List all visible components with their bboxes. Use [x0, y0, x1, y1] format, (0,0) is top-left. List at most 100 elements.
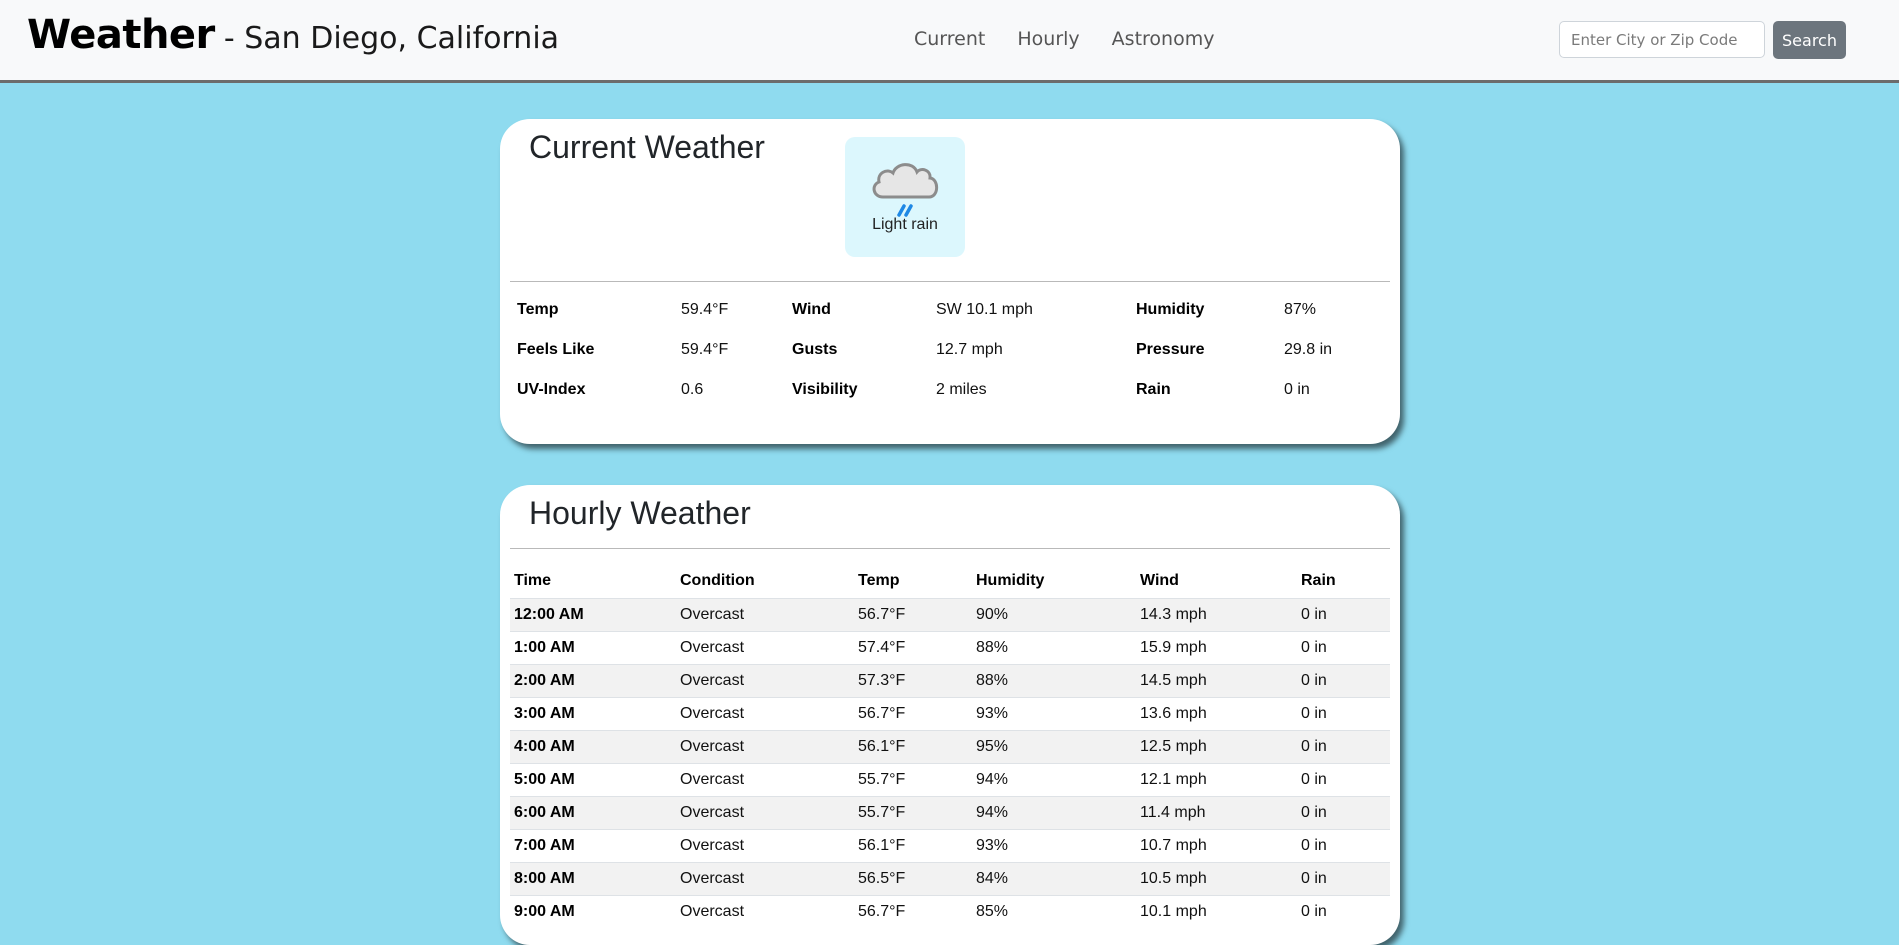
- stat-label-gusts: Gusts: [792, 341, 838, 358]
- cell-temp: 56.7°F: [854, 597, 972, 631]
- cell-humidity: 94%: [972, 762, 1136, 796]
- column-header-condition: Condition: [680, 571, 755, 589]
- stat-value-feels-like: 59.4°F: [681, 341, 729, 358]
- stat-value-visibility: 2 miles: [936, 381, 987, 398]
- stat-value-humidity: 87%: [1284, 301, 1317, 318]
- nav-link-astronomy[interactable]: Astronomy: [1112, 28, 1215, 50]
- hourly-weather-title: Hourly Weather: [529, 495, 751, 531]
- nav-link-current[interactable]: Current: [914, 28, 985, 50]
- table-row: 6:00 AM Overcast 55.7°F 94% 11.4 mph 0 in: [510, 795, 1390, 829]
- cell-wind: 10.7 mph: [1136, 828, 1297, 862]
- cell-humidity: 85%: [972, 894, 1136, 928]
- cell-temp: 56.1°F: [854, 828, 972, 862]
- cell-condition: Overcast: [676, 663, 854, 697]
- cell-rain: 0 in: [1297, 696, 1390, 730]
- condition-text: Light rain: [872, 216, 938, 233]
- cell-temp: 56.1°F: [854, 729, 972, 763]
- stat-value-pressure: 29.8 in: [1284, 341, 1333, 358]
- cell-temp: 55.7°F: [854, 762, 972, 796]
- table-header-row: Time Condition Temp Humidity Wind Rain: [510, 564, 1390, 598]
- table-row: 4:00 AM Overcast 56.1°F 95% 12.5 mph 0 in: [510, 729, 1390, 763]
- cell-wind: 14.5 mph: [1136, 663, 1297, 697]
- cell-humidity: 94%: [972, 795, 1136, 829]
- cell-temp: 56.7°F: [854, 894, 972, 928]
- cell-humidity: 93%: [972, 696, 1136, 730]
- divider: [510, 548, 1390, 549]
- cell-rain: 0 in: [1297, 630, 1390, 664]
- stat-label-visibility: Visibility: [792, 381, 858, 398]
- cell-temp: 57.4°F: [854, 630, 972, 664]
- hourly-table-body: 12:00 AM Overcast 56.7°F 90% 14.3 mph 0 in 1:0…: [510, 597, 1390, 928]
- cell-rain: 0 in: [1297, 762, 1390, 796]
- cell-rain: 0 in: [1297, 861, 1390, 895]
- table-row: 12:00 AM Overcast 56.7°F 90% 14.3 mph 0 in: [510, 597, 1390, 631]
- cell-rain: 0 in: [1297, 894, 1390, 928]
- table-row: 7:00 AM Overcast 56.1°F 93% 10.7 mph 0 in: [510, 828, 1390, 862]
- cell-wind: 15.9 mph: [1136, 630, 1297, 664]
- hourly-weather-card: Hourly Weather Time Condition Temp Humid…: [500, 485, 1400, 945]
- cell-temp: 56.7°F: [854, 696, 972, 730]
- rain-cloud-icon: [869, 151, 941, 222]
- search-button[interactable]: Search: [1773, 21, 1846, 59]
- cell-time: 1:00 AM: [510, 630, 676, 664]
- cell-wind: 12.1 mph: [1136, 762, 1297, 796]
- stat-value-rain: 0 in: [1284, 381, 1310, 398]
- search-input[interactable]: [1559, 21, 1765, 58]
- cell-time: 7:00 AM: [510, 828, 676, 862]
- app-title: Weather: [27, 12, 215, 58]
- cell-temp: 56.5°F: [854, 861, 972, 895]
- cell-time: 9:00 AM: [510, 894, 676, 928]
- stat-row: Temp 59.4°F Wind SW 10.1 mph Humidity 87…: [517, 301, 1387, 341]
- cell-rain: 0 in: [1297, 729, 1390, 763]
- stat-value-uv-index: 0.6: [681, 381, 704, 398]
- current-weather-title: Current Weather: [529, 129, 765, 165]
- cell-time: 2:00 AM: [510, 663, 676, 697]
- cell-condition: Overcast: [676, 696, 854, 730]
- cell-rain: 0 in: [1297, 663, 1390, 697]
- column-header-time: Time: [514, 571, 552, 589]
- cell-wind: 14.3 mph: [1136, 597, 1297, 631]
- cell-humidity: 95%: [972, 729, 1136, 763]
- cell-condition: Overcast: [676, 795, 854, 829]
- table-row: 1:00 AM Overcast 57.4°F 88% 15.9 mph 0 in: [510, 630, 1390, 664]
- table-row: 9:00 AM Overcast 56.7°F 85% 10.1 mph 0 in: [510, 894, 1390, 928]
- cell-temp: 57.3°F: [854, 663, 972, 697]
- cell-condition: Overcast: [676, 828, 854, 862]
- hourly-table: Time Condition Temp Humidity Wind Rain 1…: [510, 564, 1390, 928]
- column-header-wind: Wind: [1140, 571, 1179, 589]
- column-header-temp: Temp: [858, 571, 900, 589]
- current-weather-card: Current Weather Light rain Temp 59.4°F W…: [500, 119, 1400, 444]
- stat-label-temp: Temp: [517, 301, 559, 318]
- cell-time: 3:00 AM: [510, 696, 676, 730]
- column-header-humidity: Humidity: [976, 571, 1045, 589]
- cell-time: 4:00 AM: [510, 729, 676, 763]
- stat-label-humidity: Humidity: [1136, 301, 1205, 318]
- column-header-rain: Rain: [1301, 571, 1336, 589]
- stat-value-wind: SW 10.1 mph: [936, 301, 1033, 318]
- cell-rain: 0 in: [1297, 795, 1390, 829]
- cell-humidity: 90%: [972, 597, 1136, 631]
- nav-link-hourly[interactable]: Hourly: [1017, 28, 1079, 50]
- cell-rain: 0 in: [1297, 597, 1390, 631]
- top-navbar: Weather - San Diego, California Current …: [0, 0, 1899, 83]
- stat-row: UV-Index 0.6 Visibility 2 miles Rain 0 i…: [517, 381, 1387, 421]
- table-row: 5:00 AM Overcast 55.7°F 94% 12.1 mph 0 in: [510, 762, 1390, 796]
- brand[interactable]: Weather - San Diego, California: [27, 12, 559, 58]
- cell-condition: Overcast: [676, 762, 854, 796]
- cell-condition: Overcast: [676, 729, 854, 763]
- cell-humidity: 88%: [972, 630, 1136, 664]
- cell-time: 8:00 AM: [510, 861, 676, 895]
- table-row: 2:00 AM Overcast 57.3°F 88% 14.5 mph 0 in: [510, 663, 1390, 697]
- cell-humidity: 84%: [972, 861, 1136, 895]
- stat-label-uv-index: UV-Index: [517, 381, 586, 398]
- stat-label-rain: Rain: [1136, 381, 1171, 398]
- stat-label-pressure: Pressure: [1136, 341, 1205, 358]
- cell-wind: 11.4 mph: [1136, 795, 1297, 829]
- cell-condition: Overcast: [676, 630, 854, 664]
- cell-condition: Overcast: [676, 861, 854, 895]
- cell-wind: 10.1 mph: [1136, 894, 1297, 928]
- stat-label-feels-like: Feels Like: [517, 341, 595, 358]
- stat-value-gusts: 12.7 mph: [936, 341, 1003, 358]
- condition-box: Light rain: [845, 137, 965, 257]
- cell-wind: 12.5 mph: [1136, 729, 1297, 763]
